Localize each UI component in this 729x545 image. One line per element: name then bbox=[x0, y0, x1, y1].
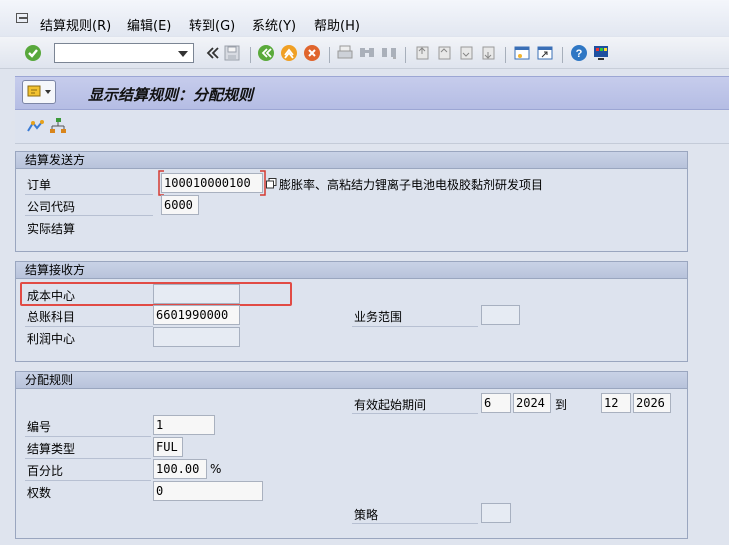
business-area-field[interactable] bbox=[481, 305, 520, 325]
validity-label: 有效起始期间 bbox=[354, 398, 427, 412]
next-page-icon[interactable] bbox=[457, 44, 475, 62]
menu-edit[interactable]: 编辑(E) bbox=[127, 15, 171, 34]
back-icon[interactable] bbox=[257, 44, 275, 62]
menu-help[interactable]: 帮助(H) bbox=[314, 15, 360, 34]
company-code-label: 公司代码 bbox=[27, 200, 76, 214]
first-page-icon[interactable] bbox=[413, 44, 431, 62]
check-icon[interactable] bbox=[24, 44, 42, 62]
strategy-label: 策略 bbox=[354, 508, 379, 522]
to-year-field[interactable]: 2026 bbox=[633, 393, 671, 413]
command-field[interactable] bbox=[54, 43, 194, 63]
layout-icon[interactable] bbox=[592, 44, 610, 62]
focus-corner-marker bbox=[158, 170, 266, 196]
svg-text:?: ? bbox=[576, 48, 583, 60]
weight-field[interactable]: 0 bbox=[153, 481, 263, 501]
copy-icon[interactable] bbox=[266, 178, 277, 189]
shortcut-icon[interactable] bbox=[536, 44, 554, 62]
last-page-icon[interactable] bbox=[479, 44, 497, 62]
page-title: 显示结算规则：分配规则 bbox=[88, 86, 254, 104]
profit-center-label: 利润中心 bbox=[27, 332, 76, 346]
menu-system[interactable]: 系统(Y) bbox=[252, 15, 296, 34]
strategy-field[interactable] bbox=[481, 503, 511, 523]
cancel-icon[interactable] bbox=[303, 44, 321, 62]
from-period-field[interactable]: 6 bbox=[481, 393, 511, 413]
gl-account-label: 总账科目 bbox=[27, 310, 76, 324]
weight-label: 权数 bbox=[27, 486, 52, 500]
hierarchy-icon[interactable] bbox=[26, 117, 44, 135]
settlement-type-field[interactable]: FUL bbox=[153, 437, 183, 457]
order-label: 订单 bbox=[27, 178, 52, 192]
number-field[interactable]: 1 bbox=[153, 415, 215, 435]
title-action-button[interactable] bbox=[22, 80, 56, 104]
chevron-down-icon bbox=[45, 90, 51, 94]
menu-icon[interactable] bbox=[16, 13, 28, 23]
menu-settlement-rule[interactable]: 结算规则(R) bbox=[40, 15, 111, 34]
group-title: 结算发送方 bbox=[16, 152, 687, 169]
save-icon[interactable] bbox=[223, 44, 241, 62]
history-icon[interactable] bbox=[203, 44, 221, 62]
group-title: 结算接收方 bbox=[16, 262, 687, 279]
group-title: 分配规则 bbox=[16, 372, 687, 389]
to-label: 到 bbox=[555, 398, 568, 412]
settlement-receiver-group: 结算接收方 bbox=[15, 261, 688, 362]
settlement-type-label: 结算类型 bbox=[27, 442, 76, 456]
exit-icon[interactable] bbox=[280, 44, 298, 62]
percent-sign: % bbox=[210, 462, 222, 476]
settlement-sender-group: 结算发送方 bbox=[15, 151, 688, 252]
find-next-icon[interactable] bbox=[380, 44, 398, 62]
company-code-field[interactable]: 6000 bbox=[161, 195, 199, 215]
print-icon[interactable] bbox=[336, 44, 354, 62]
title-action-icon bbox=[27, 85, 41, 97]
dropdown-icon[interactable] bbox=[178, 51, 188, 57]
percentage-label: 百分比 bbox=[27, 464, 64, 478]
application-toolbar bbox=[15, 111, 729, 144]
profit-center-field[interactable] bbox=[153, 327, 240, 347]
tree-icon[interactable] bbox=[49, 117, 67, 135]
help-icon[interactable]: ? bbox=[570, 44, 588, 62]
to-period-field[interactable]: 12 bbox=[601, 393, 631, 413]
menu-goto[interactable]: 转到(G) bbox=[189, 15, 235, 34]
prev-page-icon[interactable] bbox=[435, 44, 453, 62]
distribution-rule-group: 分配规则 bbox=[15, 371, 688, 539]
business-area-label: 业务范围 bbox=[354, 310, 403, 324]
from-year-field[interactable]: 2024 bbox=[513, 393, 551, 413]
find-icon[interactable] bbox=[358, 44, 376, 62]
order-description: 膨胀率、高粘结力锂离子电池电极胶黏剂研发项目 bbox=[279, 178, 544, 192]
number-label: 编号 bbox=[27, 420, 52, 434]
highlight-box bbox=[20, 282, 292, 306]
gl-account-field[interactable]: 6601990000 bbox=[153, 305, 240, 325]
new-window-icon[interactable] bbox=[513, 44, 531, 62]
percentage-field[interactable]: 100.00 bbox=[153, 459, 207, 479]
actual-settlement-label: 实际结算 bbox=[27, 222, 76, 236]
menu-bar: 结算规则(R) 编辑(E) 转到(G) 系统(Y) 帮助(H) bbox=[0, 0, 729, 36]
